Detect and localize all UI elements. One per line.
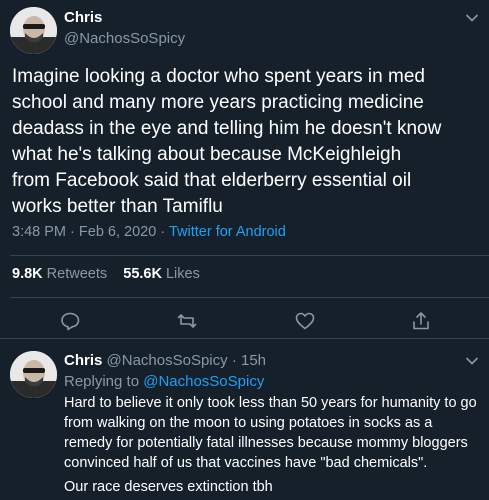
reply-icon[interactable] bbox=[59, 310, 81, 332]
tweet-date: Feb 6, 2020 bbox=[78, 224, 157, 240]
main-tweet: Chris @NachosSoSpicy Imagine looking a d… bbox=[0, 0, 489, 339]
retweets-stat[interactable]: 9.8K Retweets bbox=[12, 266, 107, 282]
likes-label: Likes bbox=[165, 266, 200, 282]
meta-separator: · bbox=[70, 224, 75, 240]
likes-count: 55.6K bbox=[123, 266, 162, 282]
likes-stat[interactable]: 55.6K Likes bbox=[123, 266, 200, 282]
retweet-icon[interactable] bbox=[176, 310, 198, 332]
like-icon[interactable] bbox=[294, 310, 316, 332]
replying-to: Replying to @NachosSoSpicy bbox=[64, 373, 264, 390]
share-icon[interactable] bbox=[410, 310, 432, 332]
divider bbox=[10, 255, 489, 256]
author-name[interactable]: Chris bbox=[64, 9, 102, 26]
retweets-label: Retweets bbox=[46, 266, 108, 282]
avatar[interactable] bbox=[10, 351, 57, 398]
meta-separator: · bbox=[231, 352, 237, 369]
reply-tweet[interactable]: Chris @NachosSoSpicy · 15h Replying to @… bbox=[0, 339, 489, 500]
tweet-text: Imagine looking a doctor who spent years… bbox=[12, 66, 442, 217]
tweet-time: 3:48 PM bbox=[12, 224, 66, 240]
tweet-source-link[interactable]: Twitter for Android bbox=[169, 224, 286, 240]
author-handle[interactable]: @NachosSoSpicy bbox=[107, 352, 228, 369]
tweet-stats: 9.8K Retweets 55.6K Likes bbox=[12, 266, 200, 282]
chevron-down-icon[interactable] bbox=[465, 354, 479, 368]
replying-label: Replying to bbox=[64, 373, 140, 390]
avatar[interactable] bbox=[10, 7, 57, 54]
reply-header: Chris @NachosSoSpicy · 15h bbox=[64, 352, 266, 369]
retweets-count: 9.8K bbox=[12, 266, 43, 282]
mention-link[interactable]: @NachosSoSpicy bbox=[143, 373, 264, 390]
reply-text-last-line: Our race deserves extinction tbh bbox=[64, 479, 273, 495]
meta-separator: · bbox=[160, 224, 166, 240]
divider bbox=[10, 297, 489, 298]
author-handle[interactable]: @NachosSoSpicy bbox=[64, 30, 185, 47]
chevron-down-icon[interactable] bbox=[465, 11, 479, 25]
tweet-age[interactable]: 15h bbox=[241, 352, 266, 369]
reply-text: Hard to believe it only took less than 5… bbox=[64, 395, 477, 471]
tweet-actions bbox=[0, 310, 489, 336]
tweet-meta: 3:48 PM · Feb 6, 2020 · Twitter for Andr… bbox=[12, 224, 286, 240]
author-name[interactable]: Chris bbox=[64, 352, 102, 369]
